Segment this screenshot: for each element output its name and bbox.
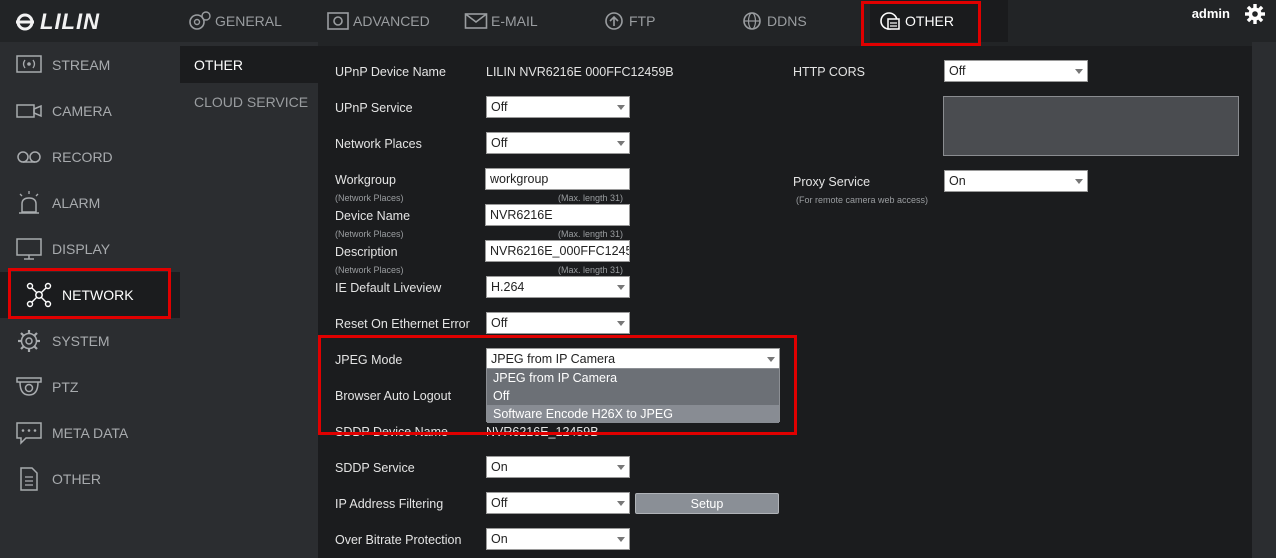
device-name-label: Device Name	[335, 209, 411, 223]
proxy-service-select[interactable]: On	[944, 170, 1088, 192]
device-name-max-length: (Max. length 31)	[558, 229, 624, 239]
upnp-service-label: UPnP Service	[335, 101, 413, 115]
sidebar-item-record[interactable]: RECORD	[0, 134, 180, 180]
subnav-item-other[interactable]: OTHER	[180, 46, 318, 83]
sidebar-item-network[interactable]: NETWORK	[0, 272, 180, 318]
chevron-down-icon	[617, 537, 625, 542]
reset-on-ethernet-error-label: Reset On Ethernet Error	[335, 317, 470, 331]
http-cors-label: HTTP CORS	[793, 65, 865, 79]
upnp-device-name-value: LILIN NVR6216E 000FFC12459B	[486, 65, 674, 79]
ie-default-liveview-select[interactable]: H.264	[486, 276, 630, 298]
http-cors-origins-textarea[interactable]	[943, 96, 1239, 156]
gear-icon[interactable]	[1244, 3, 1266, 25]
alarm-icon	[19, 191, 39, 214]
sddp-service-select[interactable]: On	[486, 456, 630, 478]
sub-navigation: OTHER CLOUD SERVICE	[180, 42, 318, 558]
sidebar-item-display[interactable]: DISPLAY	[0, 226, 180, 272]
chevron-down-icon	[617, 141, 625, 146]
system-gear-icon	[18, 330, 40, 352]
sidebar-item-ptz[interactable]: PTZ	[0, 364, 180, 410]
network-places-select[interactable]: Off	[486, 132, 630, 154]
workgroup-max-length: (Max. length 31)	[558, 193, 624, 203]
ip-filter-setup-button[interactable]: Setup	[635, 493, 779, 514]
reset-on-ethernet-error-select[interactable]: Off	[486, 312, 630, 334]
top-bar: LILIN GENERAL ADVANCED E-MAIL FTP DDNS O…	[0, 0, 1276, 46]
workgroup-label: Workgroup	[335, 173, 396, 187]
tab-ftp[interactable]: FTP	[602, 0, 662, 42]
scrollbar-track[interactable]	[1252, 42, 1276, 558]
upnp-service-select[interactable]: Off	[486, 96, 630, 118]
sddp-service-label: SDDP Service	[335, 461, 415, 475]
tab-other[interactable]: OTHER	[870, 0, 1008, 42]
main-sidebar: STREAM CAMERA RECORD ALARM DISPLAY NETWO…	[0, 42, 180, 558]
settings-panel-icon	[327, 12, 349, 30]
over-bitrate-protection-select[interactable]: On	[486, 528, 630, 550]
other-network-icon	[880, 12, 900, 30]
sidebar-item-other[interactable]: OTHER	[0, 456, 180, 502]
chevron-down-icon	[1075, 179, 1083, 184]
jpeg-mode-dropdown-list: JPEG from IP Camera Off Software Encode …	[486, 368, 780, 423]
chevron-down-icon	[617, 465, 625, 470]
tab-ddns[interactable]: DDNS	[740, 0, 810, 42]
network-icon	[26, 282, 52, 308]
meta-data-icon	[16, 422, 42, 445]
http-cors-select[interactable]: Off	[944, 60, 1088, 82]
description-input[interactable]: NVR6216E_000FFC12459B	[485, 240, 630, 262]
description-sub-label: (Network Places)	[335, 265, 404, 275]
browser-auto-logout-label: Browser Auto Logout	[335, 389, 452, 403]
ip-address-filtering-label: IP Address Filtering	[335, 497, 444, 511]
envelope-icon	[464, 13, 488, 29]
jpeg-mode-select[interactable]: JPEG from IP Camera	[486, 348, 780, 370]
tab-advanced[interactable]: ADVANCED	[326, 0, 436, 42]
user-name[interactable]: admin	[1192, 6, 1230, 21]
sddp-device-name-value: NVR6216E_12459B	[486, 425, 599, 439]
jpeg-mode-option-software-encode[interactable]: Software Encode H26X to JPEG	[487, 405, 779, 423]
ip-address-filtering-select[interactable]: Off	[486, 492, 630, 514]
sidebar-item-camera[interactable]: CAMERA	[0, 88, 180, 134]
proxy-service-label: Proxy Service	[793, 175, 871, 189]
over-bitrate-protection-label: Over Bitrate Protection	[335, 533, 462, 547]
sidebar-item-stream[interactable]: STREAM	[0, 42, 180, 88]
description-label: Description	[335, 245, 398, 259]
ptz-camera-icon	[16, 377, 42, 396]
subnav-item-cloud-service[interactable]: CLOUD SERVICE	[180, 83, 318, 120]
device-name-sub-label: (Network Places)	[335, 229, 404, 239]
jpeg-mode-label: JPEG Mode	[335, 353, 403, 367]
proxy-service-sub-label: (For remote camera web access)	[796, 195, 929, 205]
sidebar-item-alarm[interactable]: ALARM	[0, 180, 180, 226]
tab-email[interactable]: E-MAIL	[464, 0, 544, 42]
workgroup-input[interactable]: workgroup	[485, 168, 630, 190]
network-places-label: Network Places	[335, 137, 422, 151]
sddp-device-name-label: SDDP Device Name	[335, 425, 449, 439]
display-icon	[16, 238, 42, 260]
jpeg-mode-option-ip-camera[interactable]: JPEG from IP Camera	[487, 369, 779, 387]
record-icon	[17, 151, 41, 163]
upnp-device-name-label: UPnP Device Name	[335, 65, 446, 79]
sidebar-item-system[interactable]: SYSTEM	[0, 318, 180, 364]
workgroup-sub-label: (Network Places)	[335, 193, 404, 203]
sidebar-item-meta-data[interactable]: META DATA	[0, 410, 180, 456]
camera-icon	[16, 104, 42, 118]
chevron-down-icon	[767, 357, 775, 362]
chevron-down-icon	[617, 321, 625, 326]
document-icon	[20, 467, 38, 491]
chevron-down-icon	[617, 501, 625, 506]
lilin-logo-mark-icon	[16, 13, 34, 31]
logo-text: LILIN	[40, 9, 100, 34]
chevron-down-icon	[617, 105, 625, 110]
ftp-icon	[605, 12, 623, 30]
gear-cluster-icon	[189, 11, 211, 30]
tab-general[interactable]: GENERAL	[188, 0, 284, 42]
chevron-down-icon	[1075, 69, 1083, 74]
chevron-down-icon	[617, 285, 625, 290]
lilin-logo: LILIN	[14, 9, 100, 35]
ie-default-liveview-label: IE Default Liveview	[335, 281, 442, 295]
globe-icon	[743, 12, 761, 30]
stream-icon	[16, 55, 42, 73]
device-name-input[interactable]: NVR6216E	[485, 204, 630, 226]
description-max-length: (Max. length 31)	[558, 265, 624, 275]
jpeg-mode-option-off[interactable]: Off	[487, 387, 779, 405]
